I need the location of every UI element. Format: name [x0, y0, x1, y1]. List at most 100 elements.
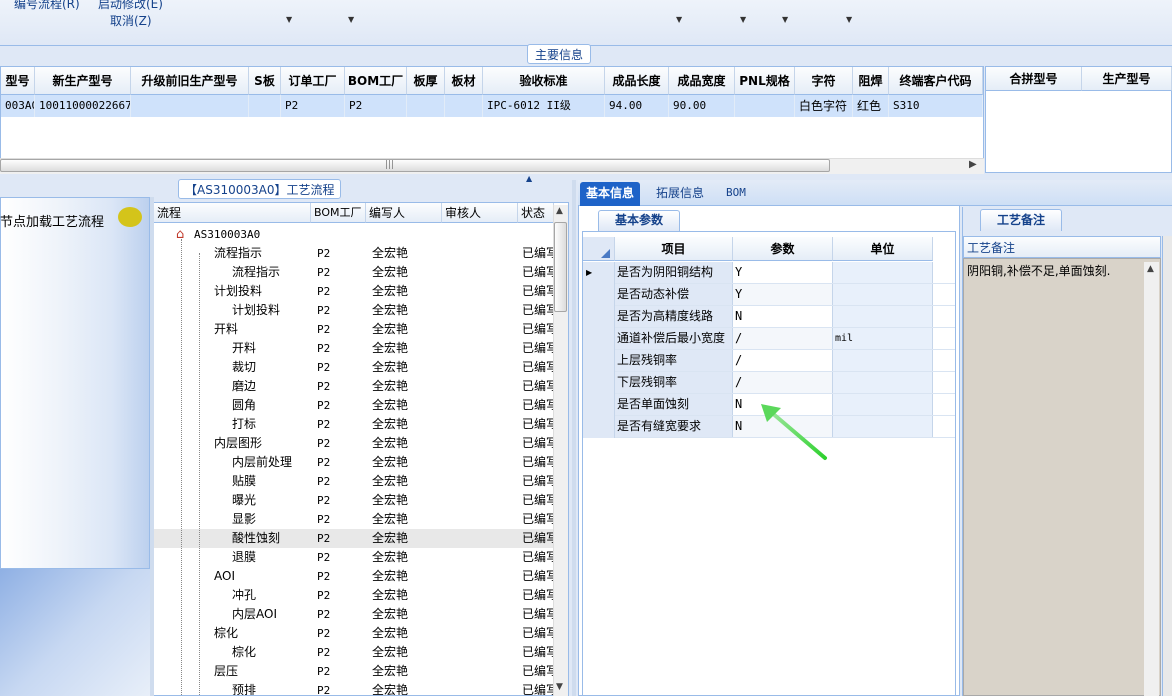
tree-root[interactable]: − ⌂ AS310003A0 — [154, 225, 554, 244]
start-edit-button[interactable]: 启动修改(E) — [98, 0, 163, 12]
chevron-down-icon[interactable]: ▼ — [740, 15, 746, 24]
param-value-cell[interactable]: / — [733, 372, 833, 393]
col-header[interactable]: 终端客户代码 — [889, 67, 983, 95]
param-value-cell[interactable]: / — [733, 350, 833, 371]
cell-standard[interactable]: IPC-6012 II级 — [483, 95, 605, 117]
tree-row[interactable]: 开料 P2 全宏艳 已编写 — [154, 339, 554, 358]
param-row[interactable]: 是否动态补偿 Y — [583, 284, 955, 306]
arrow-down-icon[interactable]: ▼ — [556, 682, 563, 692]
col-header-item[interactable]: 项目 — [615, 237, 733, 261]
col-header[interactable]: 板材 — [445, 67, 483, 95]
col-header-writer[interactable]: 编写人 — [366, 203, 442, 223]
number-process-button[interactable]: 编号流程(R) — [14, 0, 80, 12]
param-unit-cell[interactable] — [833, 372, 933, 393]
col-header-param[interactable]: 参数 — [733, 237, 833, 261]
vertical-scrollbar[interactable] — [1144, 262, 1159, 696]
tree-row[interactable]: −层压P2全宏艳已编写 — [154, 662, 554, 681]
param-unit-cell[interactable] — [833, 394, 933, 415]
chevron-down-icon[interactable]: ▼ — [286, 15, 292, 24]
tree-row[interactable]: 流程指示 P2 全宏艳 已编写 — [154, 263, 554, 282]
param-unit-cell[interactable] — [833, 306, 933, 327]
tree-row[interactable]: 内层前处理 P2 全宏艳 已编写 — [154, 453, 554, 472]
cell-pnl[interactable] — [735, 95, 795, 117]
cell-width[interactable]: 90.00 — [669, 95, 735, 117]
tree-row[interactable]: 打标 P2 全宏艳 已编写 — [154, 415, 554, 434]
cell-s-board[interactable] — [249, 95, 281, 117]
chevron-down-icon[interactable]: ▼ — [782, 15, 788, 24]
col-header[interactable]: 阻焊 — [853, 67, 889, 95]
cell-model[interactable]: 003A0 — [1, 95, 35, 117]
param-row[interactable]: 上层残铜率 / — [583, 350, 955, 372]
col-header[interactable]: 成品长度 — [605, 67, 669, 95]
tab-basic-params[interactable]: 基本参数 — [598, 210, 680, 231]
cell-solder-mask[interactable]: 红色 — [853, 95, 889, 117]
remark-text[interactable]: 阴阳铜,补偿不足,单面蚀刻. — [963, 258, 1161, 696]
tree-row[interactable]: 棕化 P2 全宏艳 已编写 — [154, 643, 554, 662]
cell-new-model[interactable]: 10011000022667 — [35, 95, 131, 117]
cell-material[interactable] — [445, 95, 483, 117]
scrollbar-thumb[interactable] — [554, 222, 567, 312]
col-header[interactable]: 成品宽度 — [669, 67, 735, 95]
arrow-up-icon[interactable]: ▲ — [556, 206, 563, 216]
col-header-status[interactable]: 状态 — [518, 203, 554, 223]
col-header[interactable]: 型号 — [1, 67, 35, 95]
col-header[interactable]: PNL规格 — [735, 67, 795, 95]
speech-bubble-icon[interactable] — [118, 207, 142, 227]
chevron-down-icon[interactable]: ▼ — [846, 15, 852, 24]
param-unit-cell[interactable] — [833, 262, 933, 283]
param-unit-cell[interactable] — [833, 284, 933, 305]
tree-row[interactable]: −AOIP2全宏艳已编写 — [154, 567, 554, 586]
tab-extended-info[interactable]: 拓展信息 — [650, 182, 710, 206]
cancel-button[interactable]: 取消(Z) — [110, 12, 152, 29]
chevron-down-icon[interactable]: ▼ — [676, 15, 682, 24]
col-header-bom[interactable]: BOM工厂 — [311, 203, 366, 223]
tree-row[interactable]: 退膜 P2 全宏艳 已编写 — [154, 548, 554, 567]
tree-row[interactable]: −计划投料P2全宏艳已编写 — [154, 282, 554, 301]
col-header[interactable]: 验收标准 — [483, 67, 605, 95]
param-value-cell[interactable]: N — [733, 306, 833, 327]
col-header[interactable]: BOM工厂 — [345, 67, 407, 95]
param-unit-cell[interactable] — [833, 416, 933, 437]
cell-order-factory[interactable]: P2 — [281, 95, 345, 117]
col-header[interactable]: 生产型号 — [1082, 67, 1172, 91]
cell-length[interactable]: 94.00 — [605, 95, 669, 117]
tree-row[interactable]: 磨边 P2 全宏艳 已编写 — [154, 377, 554, 396]
tree-row[interactable]: −流程指示P2全宏艳已编写 — [154, 244, 554, 263]
param-row[interactable]: ▶ 是否为阴阳铜结构 Y — [583, 262, 955, 284]
param-row[interactable]: 是否为高精度线路 N — [583, 306, 955, 328]
col-header[interactable]: 订单工厂 — [281, 67, 345, 95]
tab-bom[interactable]: BOM — [720, 182, 752, 206]
param-value-cell[interactable]: / — [733, 328, 833, 349]
arrow-right-icon[interactable]: ▶ — [969, 159, 977, 170]
col-header[interactable]: S板 — [249, 67, 281, 95]
cell-thickness[interactable] — [407, 95, 445, 117]
col-header[interactable]: 新生产型号 — [35, 67, 131, 95]
tree-row[interactable]: 裁切 P2 全宏艳 已编写 — [154, 358, 554, 377]
col-header-reviewer[interactable]: 审核人 — [442, 203, 518, 223]
param-value-cell[interactable]: Y — [733, 284, 833, 305]
tree-row[interactable]: 贴膜 P2 全宏艳 已编写 — [154, 472, 554, 491]
cell-customer-code[interactable]: S310 — [889, 95, 983, 117]
col-header[interactable]: 升级前旧生产型号 — [131, 67, 249, 95]
scrollbar-thumb[interactable] — [0, 159, 830, 172]
cell-old-model[interactable] — [131, 95, 249, 117]
splitter[interactable] — [150, 197, 154, 696]
tree-row[interactable]: 曝光 P2 全宏艳 已编写 — [154, 491, 554, 510]
tree-row[interactable]: −棕化P2全宏艳已编写 — [154, 624, 554, 643]
param-value-cell[interactable]: Y — [733, 262, 833, 283]
col-header-process[interactable]: 流程 — [154, 203, 311, 223]
cell-character[interactable]: 白色字符 — [795, 95, 853, 117]
tab-process-remark[interactable]: 工艺备注 — [980, 209, 1062, 231]
param-row[interactable]: 下层残铜率 / — [583, 372, 955, 394]
tab-basic-info[interactable]: 基本信息 — [580, 182, 641, 206]
tree-row[interactable]: 内层AOI P2 全宏艳 已编写 — [154, 605, 554, 624]
tree-row[interactable]: −内层图形P2全宏艳已编写 — [154, 434, 554, 453]
tree-row[interactable]: 酸性蚀刻 P2 全宏艳 已编写 — [154, 529, 554, 548]
arrow-up-icon[interactable]: ▲ — [1147, 264, 1154, 274]
tree-row[interactable]: 显影 P2 全宏艳 已编写 — [154, 510, 554, 529]
col-header-unit[interactable]: 单位 — [833, 237, 933, 261]
param-row[interactable]: 通道补偿后最小宽度 / mil — [583, 328, 955, 350]
col-header[interactable]: 字符 — [795, 67, 853, 95]
tree-row[interactable]: −开料P2全宏艳已编写 — [154, 320, 554, 339]
tree-row[interactable]: 计划投料 P2 全宏艳 已编写 — [154, 301, 554, 320]
